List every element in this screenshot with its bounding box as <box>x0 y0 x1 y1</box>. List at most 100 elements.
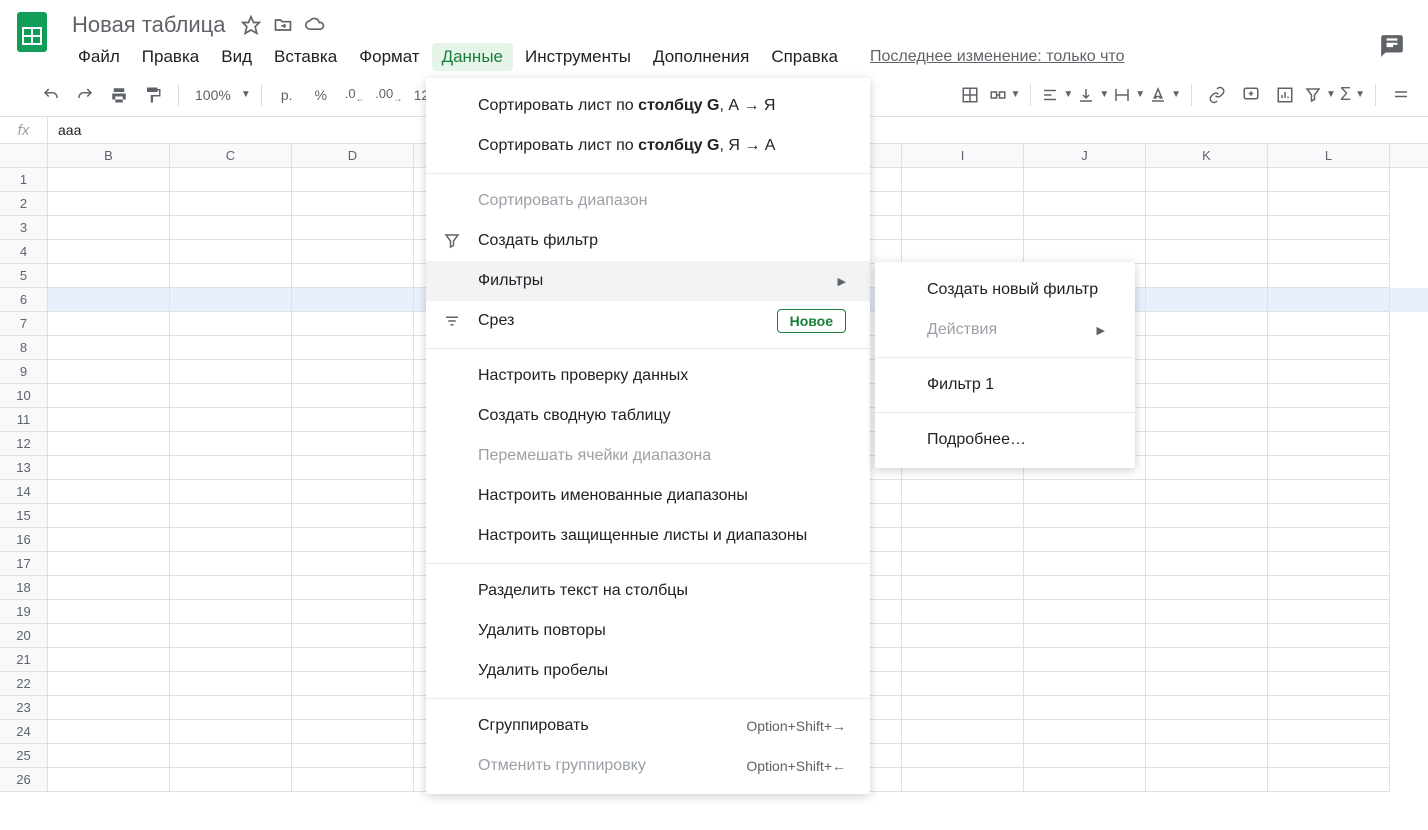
cell[interactable] <box>1024 168 1146 192</box>
cell[interactable] <box>170 576 292 600</box>
sheets-logo-icon[interactable] <box>12 12 52 52</box>
cell[interactable] <box>1024 504 1146 528</box>
insert-link-icon[interactable] <box>1202 80 1232 110</box>
row-header[interactable]: 22 <box>0 672 48 696</box>
cell[interactable] <box>292 312 414 336</box>
star-icon[interactable] <box>241 15 261 35</box>
borders-icon[interactable] <box>955 80 985 110</box>
cell[interactable] <box>1268 312 1390 336</box>
cell[interactable] <box>1146 360 1268 384</box>
cell[interactable] <box>292 240 414 264</box>
decrease-decimal-icon[interactable]: .0← <box>340 80 370 110</box>
submenu-more[interactable]: Подробнее… <box>875 420 1135 460</box>
cell[interactable] <box>292 360 414 384</box>
cell[interactable] <box>1146 696 1268 720</box>
cell[interactable] <box>292 336 414 360</box>
move-folder-icon[interactable] <box>273 15 293 35</box>
cell[interactable] <box>1024 768 1146 792</box>
row-header[interactable]: 20 <box>0 624 48 648</box>
row-header[interactable]: 24 <box>0 720 48 744</box>
cell[interactable] <box>292 552 414 576</box>
cell[interactable] <box>170 192 292 216</box>
cell[interactable] <box>170 696 292 720</box>
cell[interactable] <box>1268 768 1390 792</box>
column-header[interactable]: B <box>48 144 170 167</box>
cell[interactable] <box>170 384 292 408</box>
cell[interactable] <box>1268 432 1390 456</box>
cell[interactable] <box>1268 504 1390 528</box>
cell[interactable] <box>170 336 292 360</box>
percent-button[interactable]: % <box>306 80 336 110</box>
cell[interactable] <box>292 720 414 744</box>
cell[interactable] <box>292 672 414 696</box>
menu-file[interactable]: Файл <box>68 43 130 71</box>
cell[interactable] <box>292 528 414 552</box>
cell[interactable] <box>1024 696 1146 720</box>
cell[interactable] <box>1146 720 1268 744</box>
cell[interactable] <box>1268 480 1390 504</box>
menu-named-ranges[interactable]: Настроить именованные диапазоны <box>426 476 870 516</box>
menu-filters[interactable]: Фильтры ▶ <box>426 261 870 301</box>
cell[interactable] <box>170 744 292 768</box>
cloud-status-icon[interactable] <box>305 15 325 35</box>
row-header[interactable]: 3 <box>0 216 48 240</box>
cell[interactable] <box>1268 216 1390 240</box>
text-rotation-icon[interactable]: ▼ <box>1149 86 1181 104</box>
hide-menus-icon[interactable] <box>1386 80 1416 110</box>
cell[interactable] <box>1146 768 1268 792</box>
cell[interactable] <box>170 264 292 288</box>
submenu-filter-1[interactable]: Фильтр 1 <box>875 365 1135 405</box>
cell[interactable] <box>170 168 292 192</box>
cell[interactable] <box>170 528 292 552</box>
select-all-corner[interactable] <box>0 144 48 167</box>
row-header[interactable]: 7 <box>0 312 48 336</box>
menu-view[interactable]: Вид <box>211 43 262 71</box>
filter-icon[interactable]: ▼ <box>1304 86 1336 104</box>
undo-icon[interactable] <box>36 80 66 110</box>
column-header[interactable]: C <box>170 144 292 167</box>
zoom-selector[interactable]: 100%▼ <box>189 87 251 103</box>
menu-remove-duplicates[interactable]: Удалить повторы <box>426 611 870 651</box>
menu-data[interactable]: Данные <box>432 43 513 71</box>
align-vertical-icon[interactable]: ▼ <box>1077 86 1109 104</box>
cell[interactable] <box>1268 672 1390 696</box>
column-header[interactable]: K <box>1146 144 1268 167</box>
cell[interactable] <box>1146 168 1268 192</box>
cell[interactable] <box>292 168 414 192</box>
cell[interactable] <box>48 744 170 768</box>
cell[interactable] <box>48 312 170 336</box>
insert-comment-icon[interactable] <box>1236 80 1266 110</box>
cell[interactable] <box>902 168 1024 192</box>
cell[interactable] <box>48 408 170 432</box>
cell[interactable] <box>1146 408 1268 432</box>
column-header[interactable]: J <box>1024 144 1146 167</box>
cell[interactable] <box>902 240 1024 264</box>
cell[interactable] <box>1146 312 1268 336</box>
last-edit-link[interactable]: Последнее изменение: только что <box>870 48 1124 66</box>
currency-button[interactable]: р. <box>272 80 302 110</box>
cell[interactable] <box>292 288 414 312</box>
cell[interactable] <box>170 312 292 336</box>
row-header[interactable]: 11 <box>0 408 48 432</box>
cell[interactable] <box>902 528 1024 552</box>
cell[interactable] <box>1146 192 1268 216</box>
cell[interactable] <box>1268 696 1390 720</box>
menu-sort-za[interactable]: Сортировать лист по столбцу G, Я → А <box>426 126 870 166</box>
row-header[interactable]: 5 <box>0 264 48 288</box>
cell[interactable] <box>170 216 292 240</box>
increase-decimal-icon[interactable]: .00→ <box>374 80 404 110</box>
cell[interactable] <box>1268 264 1390 288</box>
cell[interactable] <box>902 720 1024 744</box>
cell[interactable] <box>170 408 292 432</box>
cell[interactable] <box>292 216 414 240</box>
column-header[interactable]: I <box>902 144 1024 167</box>
cell[interactable] <box>1024 744 1146 768</box>
cell[interactable] <box>1146 552 1268 576</box>
cell[interactable] <box>292 432 414 456</box>
cell[interactable] <box>48 552 170 576</box>
cell[interactable] <box>170 360 292 384</box>
cell[interactable] <box>170 648 292 672</box>
cell[interactable] <box>48 288 170 312</box>
cell[interactable] <box>1268 552 1390 576</box>
menu-data-validation[interactable]: Настроить проверку данных <box>426 356 870 396</box>
